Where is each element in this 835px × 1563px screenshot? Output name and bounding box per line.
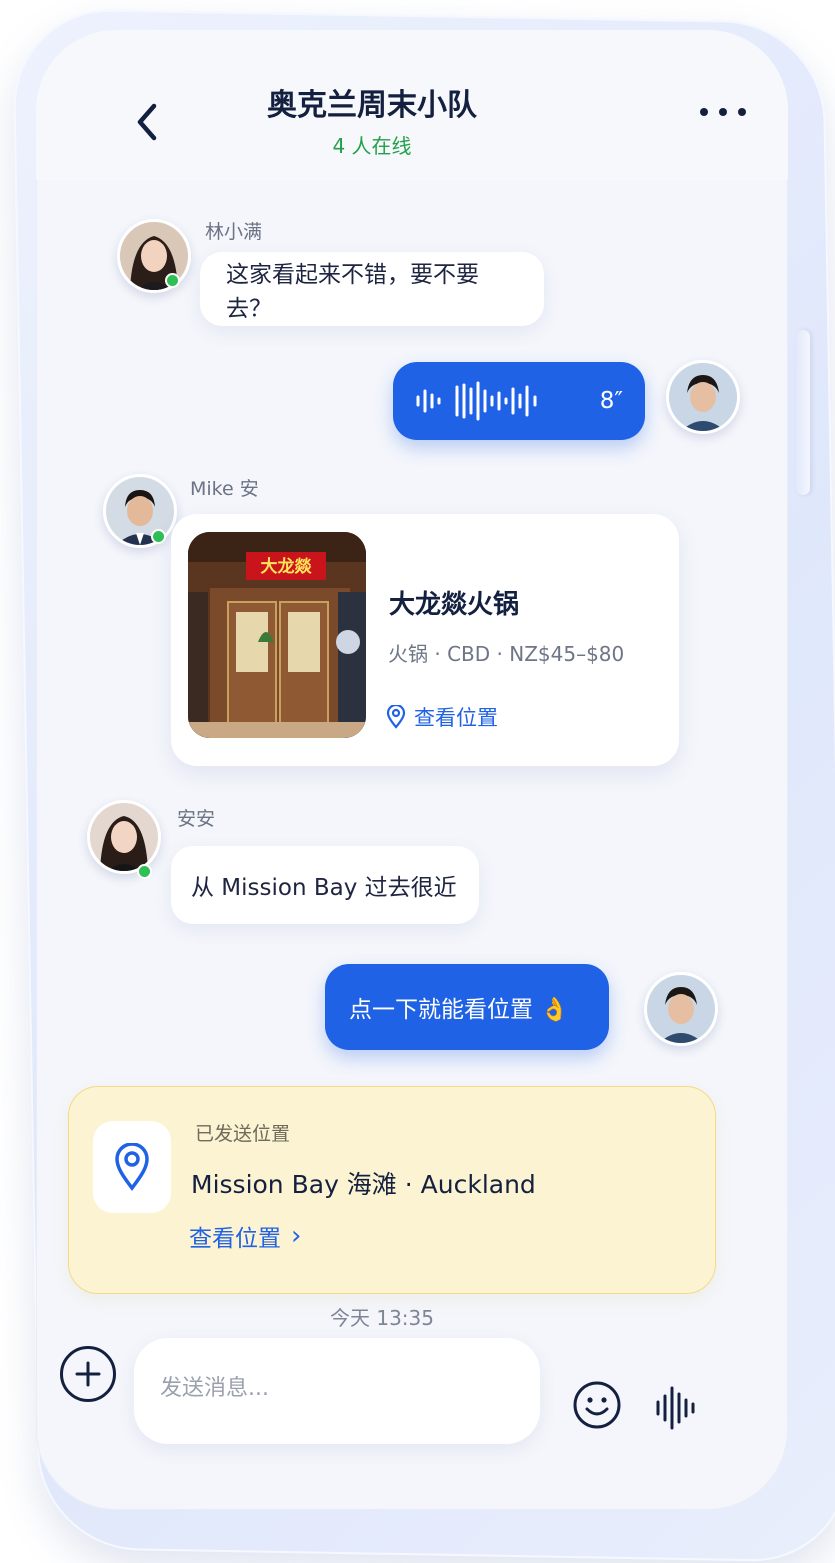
- online-indicator: [151, 529, 166, 544]
- avatar-self[interactable]: [666, 360, 740, 434]
- timestamp: 今天 13:35: [330, 1306, 434, 1330]
- online-status: 4 人在线: [332, 134, 412, 158]
- more-icon-dot: [738, 108, 746, 116]
- more-icon-dot: [700, 108, 708, 116]
- avatar-linxiaoman[interactable]: [117, 219, 191, 293]
- message-input-placeholder: 发送消息...: [160, 1376, 269, 1401]
- voice-duration: 8″: [599, 388, 623, 414]
- sender-name: 安安: [177, 808, 216, 830]
- message-text: 这家看起来不错，要不要去？: [226, 262, 479, 322]
- chat-header: 奥克兰周末小队 4 人在线: [36, 30, 788, 180]
- view-location-label: 查看位置: [189, 1226, 281, 1252]
- online-indicator: [165, 273, 180, 288]
- location-caption: 已发送位置: [195, 1123, 291, 1145]
- voice-message-bubble[interactable]: 8″: [393, 362, 645, 440]
- restaurant-name: 大龙燚火锅: [389, 590, 520, 620]
- restaurant-card[interactable]: 大龙燚 大龙燚火锅 火锅 · CBD · NZ$45–$80 查看位置: [171, 514, 679, 766]
- avatar-anan[interactable]: [87, 800, 161, 874]
- sender-name: Mike 安: [190, 478, 259, 500]
- message-text: 点一下就能看位置 👌: [349, 997, 569, 1023]
- pin-icon: [115, 1143, 149, 1191]
- location-share-card[interactable]: 已发送位置 Mission Bay 海滩 · Auckland 查看位置 ›: [68, 1086, 716, 1294]
- restaurant-sign-text: 大龙燚: [260, 557, 312, 577]
- voice-button[interactable]: [655, 1384, 697, 1432]
- avatar-self[interactable]: [644, 972, 718, 1046]
- view-location-label: 查看位置: [414, 706, 498, 730]
- message-text: 从 Mission Bay 过去很近: [191, 875, 457, 901]
- more-icon-dot: [719, 108, 727, 116]
- emoji-button[interactable]: [572, 1380, 622, 1430]
- online-indicator: [137, 864, 152, 879]
- pin-icon: [386, 705, 406, 729]
- restaurant-photo: 大龙燚: [188, 532, 366, 738]
- chevron-right-icon: ›: [291, 1221, 302, 1251]
- phone-side-button: [796, 330, 810, 495]
- view-location-link[interactable]: 查看位置: [386, 702, 498, 732]
- restaurant-meta: 火锅 · CBD · NZ$45–$80: [388, 642, 625, 666]
- plus-icon: [75, 1361, 101, 1387]
- message-input[interactable]: 发送消息...: [134, 1338, 540, 1444]
- voice-icon: [656, 1386, 695, 1430]
- waveform-icon: [416, 381, 537, 421]
- view-location-link[interactable]: 查看位置 ›: [189, 1219, 301, 1253]
- chat-title: 奥克兰周末小队: [267, 88, 477, 123]
- message-bubble-outgoing[interactable]: 点一下就能看位置 👌: [325, 964, 609, 1050]
- location-icon-tile: [93, 1121, 171, 1213]
- sender-name: 林小满: [205, 221, 263, 243]
- emoji-icon: [573, 1381, 621, 1429]
- message-bubble-incoming[interactable]: 这家看起来不错，要不要去？: [200, 252, 544, 326]
- location-place: Mission Bay 海滩 · Auckland: [191, 1170, 536, 1199]
- add-button[interactable]: [60, 1346, 116, 1402]
- message-bubble-incoming[interactable]: 从 Mission Bay 过去很近: [171, 846, 479, 924]
- more-button[interactable]: [700, 100, 746, 124]
